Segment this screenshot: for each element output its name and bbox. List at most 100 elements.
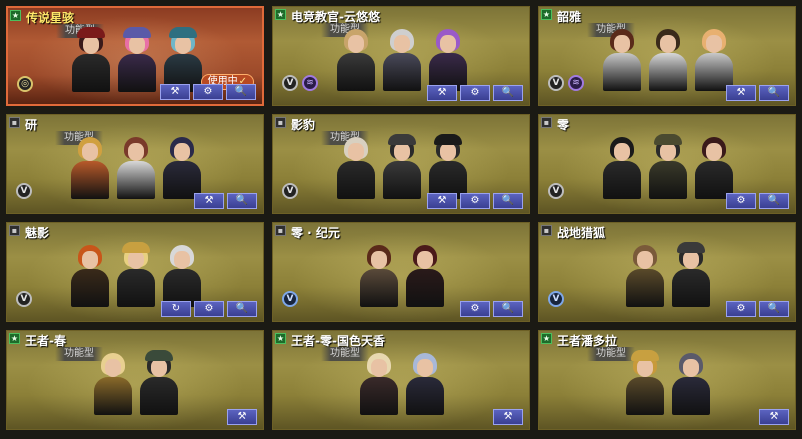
character-outfit xyxy=(337,161,375,199)
character-hat xyxy=(77,27,105,38)
view-button[interactable]: 🔍 xyxy=(227,301,257,317)
customize-button[interactable]: ⚒ xyxy=(493,409,523,425)
character-card[interactable]: ▪ 研功能型 V ⚒ 🔍 xyxy=(6,114,264,214)
character-portrait xyxy=(160,129,204,199)
character-hat xyxy=(654,134,682,145)
character-portrait xyxy=(114,129,158,199)
character-card[interactable]: ★ 王者潘多拉 功能型 ⚒ xyxy=(538,330,796,430)
character-card[interactable]: ▪ 战地猎狐 V ⚙ 🔍 xyxy=(538,222,796,322)
character-card[interactable]: ★传说星骇功能型◎使用中✓⚒⚙🔍 xyxy=(6,6,264,106)
customize-button[interactable]: ⚒ xyxy=(160,84,190,100)
slot-badge-icon: ▪ xyxy=(275,225,286,236)
customize-icon: ⚒ xyxy=(204,195,214,206)
character-card[interactable]: ★ 王者-零-国色天香 功能型 ⚒ xyxy=(272,330,530,430)
customize-icon: ⚒ xyxy=(437,195,447,206)
settings-icon: ⚙ xyxy=(470,195,480,206)
slot-badge-icon: ▪ xyxy=(9,117,20,128)
character-face xyxy=(394,35,410,53)
character-portrait xyxy=(114,237,158,307)
view-button[interactable]: 🔍 xyxy=(493,85,523,101)
character-outfit xyxy=(603,161,641,199)
settings-button[interactable]: ⚙ xyxy=(460,301,490,317)
character-card[interactable]: ▪ 魅影 V ↻ ⚙ 🔍 xyxy=(6,222,264,322)
character-card[interactable]: ▪ 影豹 功能型 V ⚒ ⚙ 🔍 xyxy=(272,114,530,214)
character-portrait xyxy=(646,21,690,91)
settings-button[interactable]: ⚙ xyxy=(726,301,756,317)
character-portraits xyxy=(333,21,471,91)
character-card[interactable]: ★ 韶雅 功能型 V ≋ ⚒ 🔍 xyxy=(538,6,796,106)
settings-button[interactable]: ⚙ xyxy=(194,301,224,317)
customize-button[interactable]: ⚒ xyxy=(427,193,457,209)
character-portrait xyxy=(426,129,470,199)
character-card[interactable]: ▪ 零 · 纪元 V ⚙ 🔍 xyxy=(272,222,530,322)
settings-button[interactable]: ⚙ xyxy=(193,84,223,100)
character-outfit xyxy=(117,161,155,199)
card-actions: ⚙ 🔍 xyxy=(726,301,789,317)
character-outfit xyxy=(71,161,109,199)
character-outfit xyxy=(672,269,710,307)
settings-button[interactable]: ⚙ xyxy=(460,85,490,101)
character-outfit xyxy=(71,269,109,307)
settings-button[interactable]: ⚙ xyxy=(726,193,756,209)
character-portrait xyxy=(403,237,447,307)
character-face xyxy=(128,251,144,269)
character-face xyxy=(440,143,456,161)
character-face xyxy=(706,143,722,161)
character-hat xyxy=(122,242,150,253)
character-portrait xyxy=(115,22,159,92)
character-outfit xyxy=(117,269,155,307)
settings-icon: ⚙ xyxy=(470,303,480,314)
refresh-button[interactable]: ↻ xyxy=(161,301,191,317)
view-icon: 🔍 xyxy=(235,195,249,206)
view-icon: 🔍 xyxy=(234,86,248,97)
character-face xyxy=(683,359,699,377)
rank-v-icon: V xyxy=(548,75,564,91)
view-button[interactable]: 🔍 xyxy=(759,301,789,317)
character-face xyxy=(614,143,630,161)
character-outfit xyxy=(626,269,664,307)
view-button[interactable]: 🔍 xyxy=(493,193,523,209)
character-portrait xyxy=(68,129,112,199)
customize-button[interactable]: ⚒ xyxy=(726,85,756,101)
customize-button[interactable]: ⚒ xyxy=(427,85,457,101)
character-face xyxy=(83,36,99,54)
view-button[interactable]: 🔍 xyxy=(226,84,256,100)
perk-icon: ≋ xyxy=(302,75,318,91)
character-portrait xyxy=(646,129,690,199)
character-portrait xyxy=(161,22,205,92)
rank-v-icon: V xyxy=(282,183,298,199)
character-portraits xyxy=(356,237,448,307)
character-portrait xyxy=(137,345,181,415)
character-portrait xyxy=(91,345,135,415)
character-card[interactable]: ▪ 零 V ⚙ 🔍 xyxy=(538,114,796,214)
view-button[interactable]: 🔍 xyxy=(759,85,789,101)
character-hat xyxy=(631,350,659,361)
slot-badge-icon: ▪ xyxy=(9,225,20,236)
card-name: 影豹 xyxy=(291,118,316,132)
view-button[interactable]: 🔍 xyxy=(759,193,789,209)
character-card[interactable]: ★ 王者-春 功能型 ⚒ xyxy=(6,330,264,430)
customize-button[interactable]: ⚒ xyxy=(759,409,789,425)
character-face xyxy=(706,35,722,53)
customize-button[interactable]: ⚒ xyxy=(227,409,257,425)
character-outfit xyxy=(603,53,641,91)
view-button[interactable]: 🔍 xyxy=(227,193,257,209)
character-face xyxy=(417,359,433,377)
character-face xyxy=(82,143,98,161)
character-face xyxy=(660,35,676,53)
character-portraits xyxy=(67,237,205,307)
character-portraits xyxy=(599,21,737,91)
character-card[interactable]: ★ 电竞教官-云悠悠 功能型 V ≋ ⚒ ⚙ 🔍 xyxy=(272,6,530,106)
character-portrait xyxy=(357,345,401,415)
rank-v-icon: V xyxy=(548,291,564,307)
character-portrait xyxy=(380,21,424,91)
settings-button[interactable]: ⚙ xyxy=(460,193,490,209)
customize-button[interactable]: ⚒ xyxy=(194,193,224,209)
character-portrait xyxy=(426,21,470,91)
rank-v-icon: V xyxy=(282,291,298,307)
card-actions: ⚒ ⚙ 🔍 xyxy=(427,85,523,101)
character-face xyxy=(371,359,387,377)
character-hat xyxy=(677,242,705,253)
card-actions: ⚙ 🔍 xyxy=(726,193,789,209)
view-button[interactable]: 🔍 xyxy=(493,301,523,317)
